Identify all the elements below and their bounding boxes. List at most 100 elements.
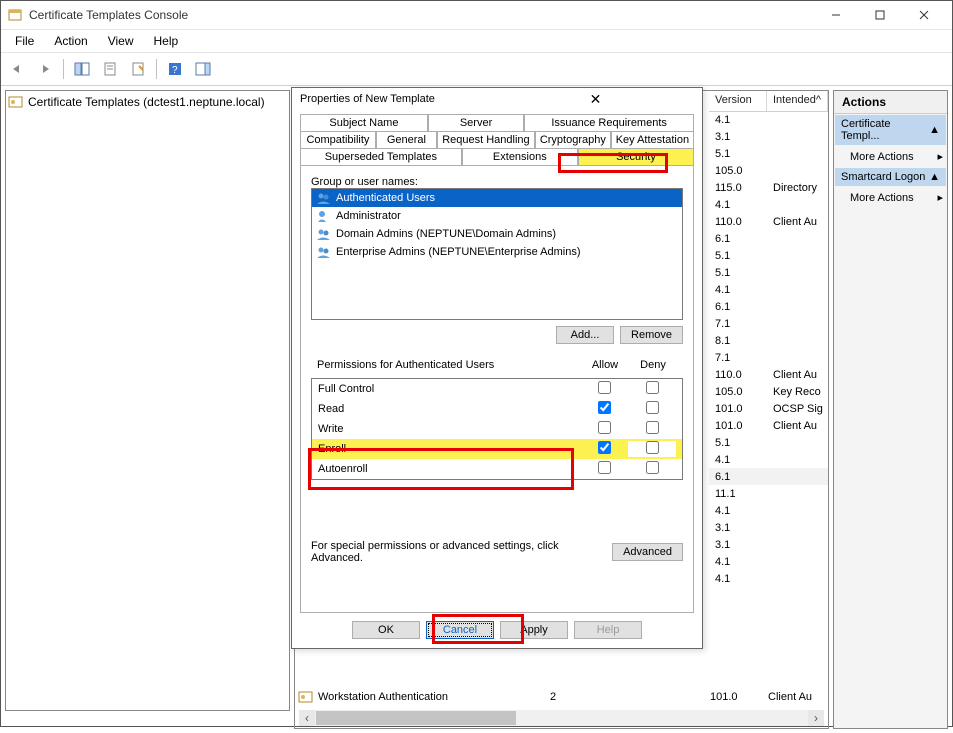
- grid-row[interactable]: 4.1: [709, 111, 828, 128]
- dialog-close-button[interactable]: ✕: [497, 91, 694, 108]
- help-button[interactable]: Help: [574, 621, 642, 639]
- menu-file[interactable]: File: [5, 32, 44, 50]
- deny-write[interactable]: [646, 421, 659, 434]
- deny-full-control[interactable]: [646, 381, 659, 394]
- deny-read[interactable]: [646, 401, 659, 414]
- grid-row[interactable]: 4.1: [709, 451, 828, 468]
- deny-enroll[interactable]: [646, 441, 659, 454]
- allow-enroll[interactable]: [598, 441, 611, 454]
- principal-item[interactable]: Enterprise Admins (NEPTUNE\Enterprise Ad…: [312, 243, 682, 261]
- col-version[interactable]: Version: [709, 91, 767, 111]
- tab-compatibility[interactable]: Compatibility: [300, 131, 376, 148]
- grid-row[interactable]: 3.1: [709, 536, 828, 553]
- grid-row[interactable]: 5.1: [709, 145, 828, 162]
- tab-subject-name[interactable]: Subject Name: [300, 114, 428, 131]
- grid-row[interactable]: 5.1: [709, 247, 828, 264]
- principal-label: Domain Admins (NEPTUNE\Domain Admins): [336, 228, 556, 240]
- menu-help[interactable]: Help: [144, 32, 189, 50]
- grid-row[interactable]: 6.1: [709, 230, 828, 247]
- tree-root-item[interactable]: Certificate Templates (dctest1.neptune.l…: [8, 93, 287, 111]
- actions-pane: Actions Certificate Templ... ▲ More Acti…: [833, 90, 948, 729]
- remove-button[interactable]: Remove: [620, 326, 683, 344]
- grid-header[interactable]: Version Intended ^: [709, 91, 828, 112]
- principals-listbox[interactable]: Authenticated UsersAdministrator Domain A…: [311, 188, 683, 320]
- back-button[interactable]: [5, 57, 29, 81]
- grid-row[interactable]: 3.1: [709, 519, 828, 536]
- grid-row[interactable]: 4.1: [709, 196, 828, 213]
- principal-item[interactable]: Domain Admins (NEPTUNE\Domain Admins): [312, 225, 682, 243]
- grid-row[interactable]: 4.1: [709, 502, 828, 519]
- tab-superseded[interactable]: Superseded Templates: [300, 148, 462, 165]
- apply-button[interactable]: Apply: [500, 621, 568, 639]
- horizontal-scrollbar[interactable]: ‹ ›: [299, 710, 824, 726]
- cell-version: 4.1: [709, 199, 767, 211]
- principal-item[interactable]: Authenticated Users: [312, 189, 682, 207]
- principal-label: Enterprise Admins (NEPTUNE\Enterprise Ad…: [336, 246, 581, 258]
- tab-server[interactable]: Server: [428, 114, 524, 131]
- tab-general[interactable]: General: [376, 131, 437, 148]
- tab-cryptography[interactable]: Cryptography: [535, 131, 611, 148]
- advanced-button[interactable]: Advanced: [612, 543, 683, 561]
- principal-item[interactable]: Administrator: [312, 207, 682, 225]
- tab-extensions[interactable]: Extensions: [462, 148, 578, 165]
- grid-row[interactable]: 110.0Client Au: [709, 213, 828, 230]
- grid-row[interactable]: 6.1: [709, 298, 828, 315]
- tab-security[interactable]: Security: [578, 148, 694, 165]
- grid-row[interactable]: 7.1: [709, 349, 828, 366]
- grid-row[interactable]: 105.0: [709, 162, 828, 179]
- actions-section-smartcard[interactable]: Smartcard Logon ▲: [835, 168, 946, 186]
- close-button[interactable]: [902, 1, 946, 29]
- cell-version: 7.1: [709, 352, 767, 364]
- more-actions-smartcard[interactable]: More Actions ▸: [834, 187, 947, 208]
- properties-button[interactable]: [126, 57, 150, 81]
- grid-row[interactable]: 6.1: [709, 468, 828, 485]
- deny-autoenroll[interactable]: [646, 461, 659, 474]
- grid-row[interactable]: 3.1: [709, 128, 828, 145]
- app-icon: [7, 7, 23, 23]
- grid-rows[interactable]: 4.13.15.1105.0115.0Directory4.1110.0Clie…: [709, 111, 828, 708]
- cancel-button[interactable]: Cancel: [426, 621, 494, 639]
- show-actions-pane-button[interactable]: [191, 57, 215, 81]
- scroll-right-button[interactable]: ›: [808, 710, 824, 726]
- grid-row[interactable]: 4.1: [709, 570, 828, 587]
- scroll-left-button[interactable]: ‹: [299, 710, 315, 726]
- allow-full-control[interactable]: [598, 381, 611, 394]
- grid-row[interactable]: 8.1: [709, 332, 828, 349]
- grid-row[interactable]: 115.0Directory: [709, 179, 828, 196]
- grid-row[interactable]: 110.0Client Au: [709, 366, 828, 383]
- export-list-button[interactable]: [98, 57, 122, 81]
- scroll-thumb[interactable]: [316, 711, 516, 725]
- menu-view[interactable]: View: [98, 32, 144, 50]
- tree-pane[interactable]: Certificate Templates (dctest1.neptune.l…: [5, 90, 290, 711]
- grid-row[interactable]: 4.1: [709, 553, 828, 570]
- allow-read[interactable]: [598, 401, 611, 414]
- grid-row[interactable]: 5.1: [709, 434, 828, 451]
- cell-version: 3.1: [709, 522, 767, 534]
- cell-version: 4.1: [709, 573, 767, 585]
- tab-issuance-req[interactable]: Issuance Requirements: [524, 114, 694, 131]
- help-button[interactable]: ?: [163, 57, 187, 81]
- allow-write[interactable]: [598, 421, 611, 434]
- grid-row[interactable]: 11.1: [709, 485, 828, 502]
- col-intended[interactable]: Intended ^: [767, 91, 828, 111]
- tab-key-attestation[interactable]: Key Attestation: [611, 131, 694, 148]
- grid-row[interactable]: 101.0OCSP Sig: [709, 400, 828, 417]
- menu-action[interactable]: Action: [44, 32, 97, 50]
- ok-button[interactable]: OK: [352, 621, 420, 639]
- more-actions-templates[interactable]: More Actions ▸: [834, 146, 947, 167]
- tab-request-handling[interactable]: Request Handling: [437, 131, 535, 148]
- grid-row[interactable]: 5.1: [709, 264, 828, 281]
- group-icon: [316, 245, 332, 259]
- grid-row[interactable]: 7.1: [709, 315, 828, 332]
- show-hide-tree-button[interactable]: [70, 57, 94, 81]
- actions-section-templates[interactable]: Certificate Templ... ▲: [835, 115, 946, 145]
- grid-row[interactable]: 101.0Client Au: [709, 417, 828, 434]
- grid-row[interactable]: 4.1: [709, 281, 828, 298]
- workstation-row[interactable]: Workstation Authentication 2 101.0 Clien…: [298, 688, 812, 706]
- maximize-button[interactable]: [858, 1, 902, 29]
- allow-autoenroll[interactable]: [598, 461, 611, 474]
- grid-row[interactable]: 105.0Key Reco: [709, 383, 828, 400]
- forward-button[interactable]: [33, 57, 57, 81]
- minimize-button[interactable]: [814, 1, 858, 29]
- add-button[interactable]: Add...: [556, 326, 614, 344]
